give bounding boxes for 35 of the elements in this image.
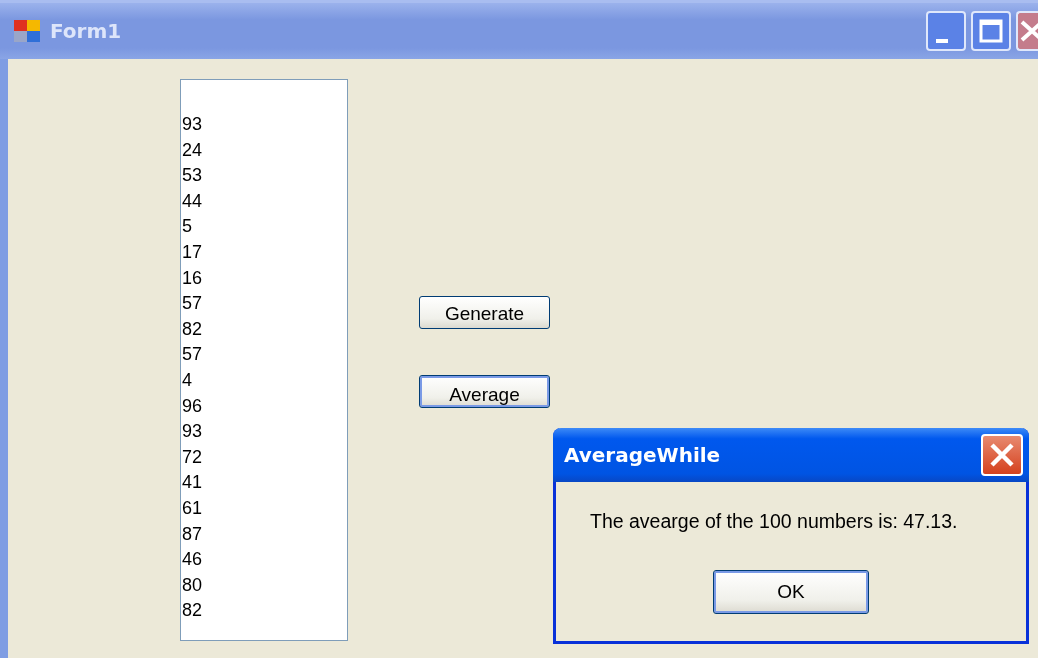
list-item[interactable]: 5 (181, 214, 192, 240)
maximize-icon (979, 19, 1003, 43)
list-box[interactable]: 93 24 53 44 5 17 16 57 82 57 4 96 93 72 41 61 87 46 80 82 (180, 79, 348, 641)
list-item[interactable]: 61 (181, 495, 203, 522)
close-icon (1018, 19, 1038, 43)
list-item[interactable]: 46 (181, 547, 203, 573)
list-item[interactable]: 41 (181, 470, 203, 496)
list-item[interactable]: 72 (181, 444, 203, 471)
average-button[interactable]: Average (419, 375, 550, 408)
list-item[interactable]: 57 (181, 291, 203, 317)
list-item[interactable]: 44 (181, 188, 203, 215)
close-button[interactable] (1016, 11, 1038, 51)
list-item[interactable]: 24 (181, 137, 203, 164)
list-item[interactable]: 96 (181, 393, 203, 420)
list-item[interactable]: 53 (181, 163, 203, 189)
maximize-button[interactable] (971, 11, 1011, 51)
dialog-title: AverageWhile (564, 443, 721, 467)
list-item[interactable]: 87 (181, 521, 203, 548)
dialog-message: The avearge of the 100 numbers is: 47.13. (590, 510, 958, 533)
list-item[interactable]: 82 (181, 316, 203, 343)
list-item[interactable]: 16 (181, 265, 203, 292)
list-item[interactable]: 57 (181, 342, 203, 368)
list-item[interactable]: 17 (181, 239, 203, 266)
list-item[interactable]: 93 (181, 419, 203, 445)
list-item[interactable]: 93 (181, 112, 203, 138)
close-icon (988, 441, 1016, 469)
list-item[interactable]: 4 (181, 367, 192, 394)
minimize-icon (936, 39, 948, 43)
list-item[interactable]: 82 (181, 598, 203, 624)
list-item[interactable]: 80 (181, 572, 203, 599)
minimize-button[interactable] (926, 11, 966, 51)
ok-button[interactable]: OK (713, 570, 869, 614)
app-icon (14, 20, 40, 42)
window-title: Form1 (50, 19, 122, 43)
generate-button[interactable]: Generate (419, 296, 550, 329)
